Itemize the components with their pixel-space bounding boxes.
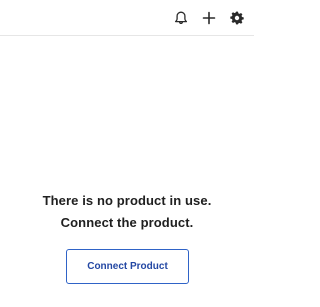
empty-state-line-2: Connect the product.	[60, 215, 194, 230]
empty-state-line-1: There is no product in use.	[42, 193, 212, 208]
top-bar	[0, 0, 254, 36]
top-actions	[170, 6, 248, 30]
bell-icon	[173, 10, 189, 26]
gear-icon	[229, 10, 245, 26]
add-button[interactable]	[198, 7, 220, 29]
notifications-button[interactable]	[170, 7, 192, 29]
plus-icon	[201, 10, 217, 26]
settings-button[interactable]	[226, 7, 248, 29]
connect-product-button[interactable]: Connect Product	[66, 249, 189, 284]
empty-state-message: There is no product in use. Connect the …	[0, 190, 254, 234]
